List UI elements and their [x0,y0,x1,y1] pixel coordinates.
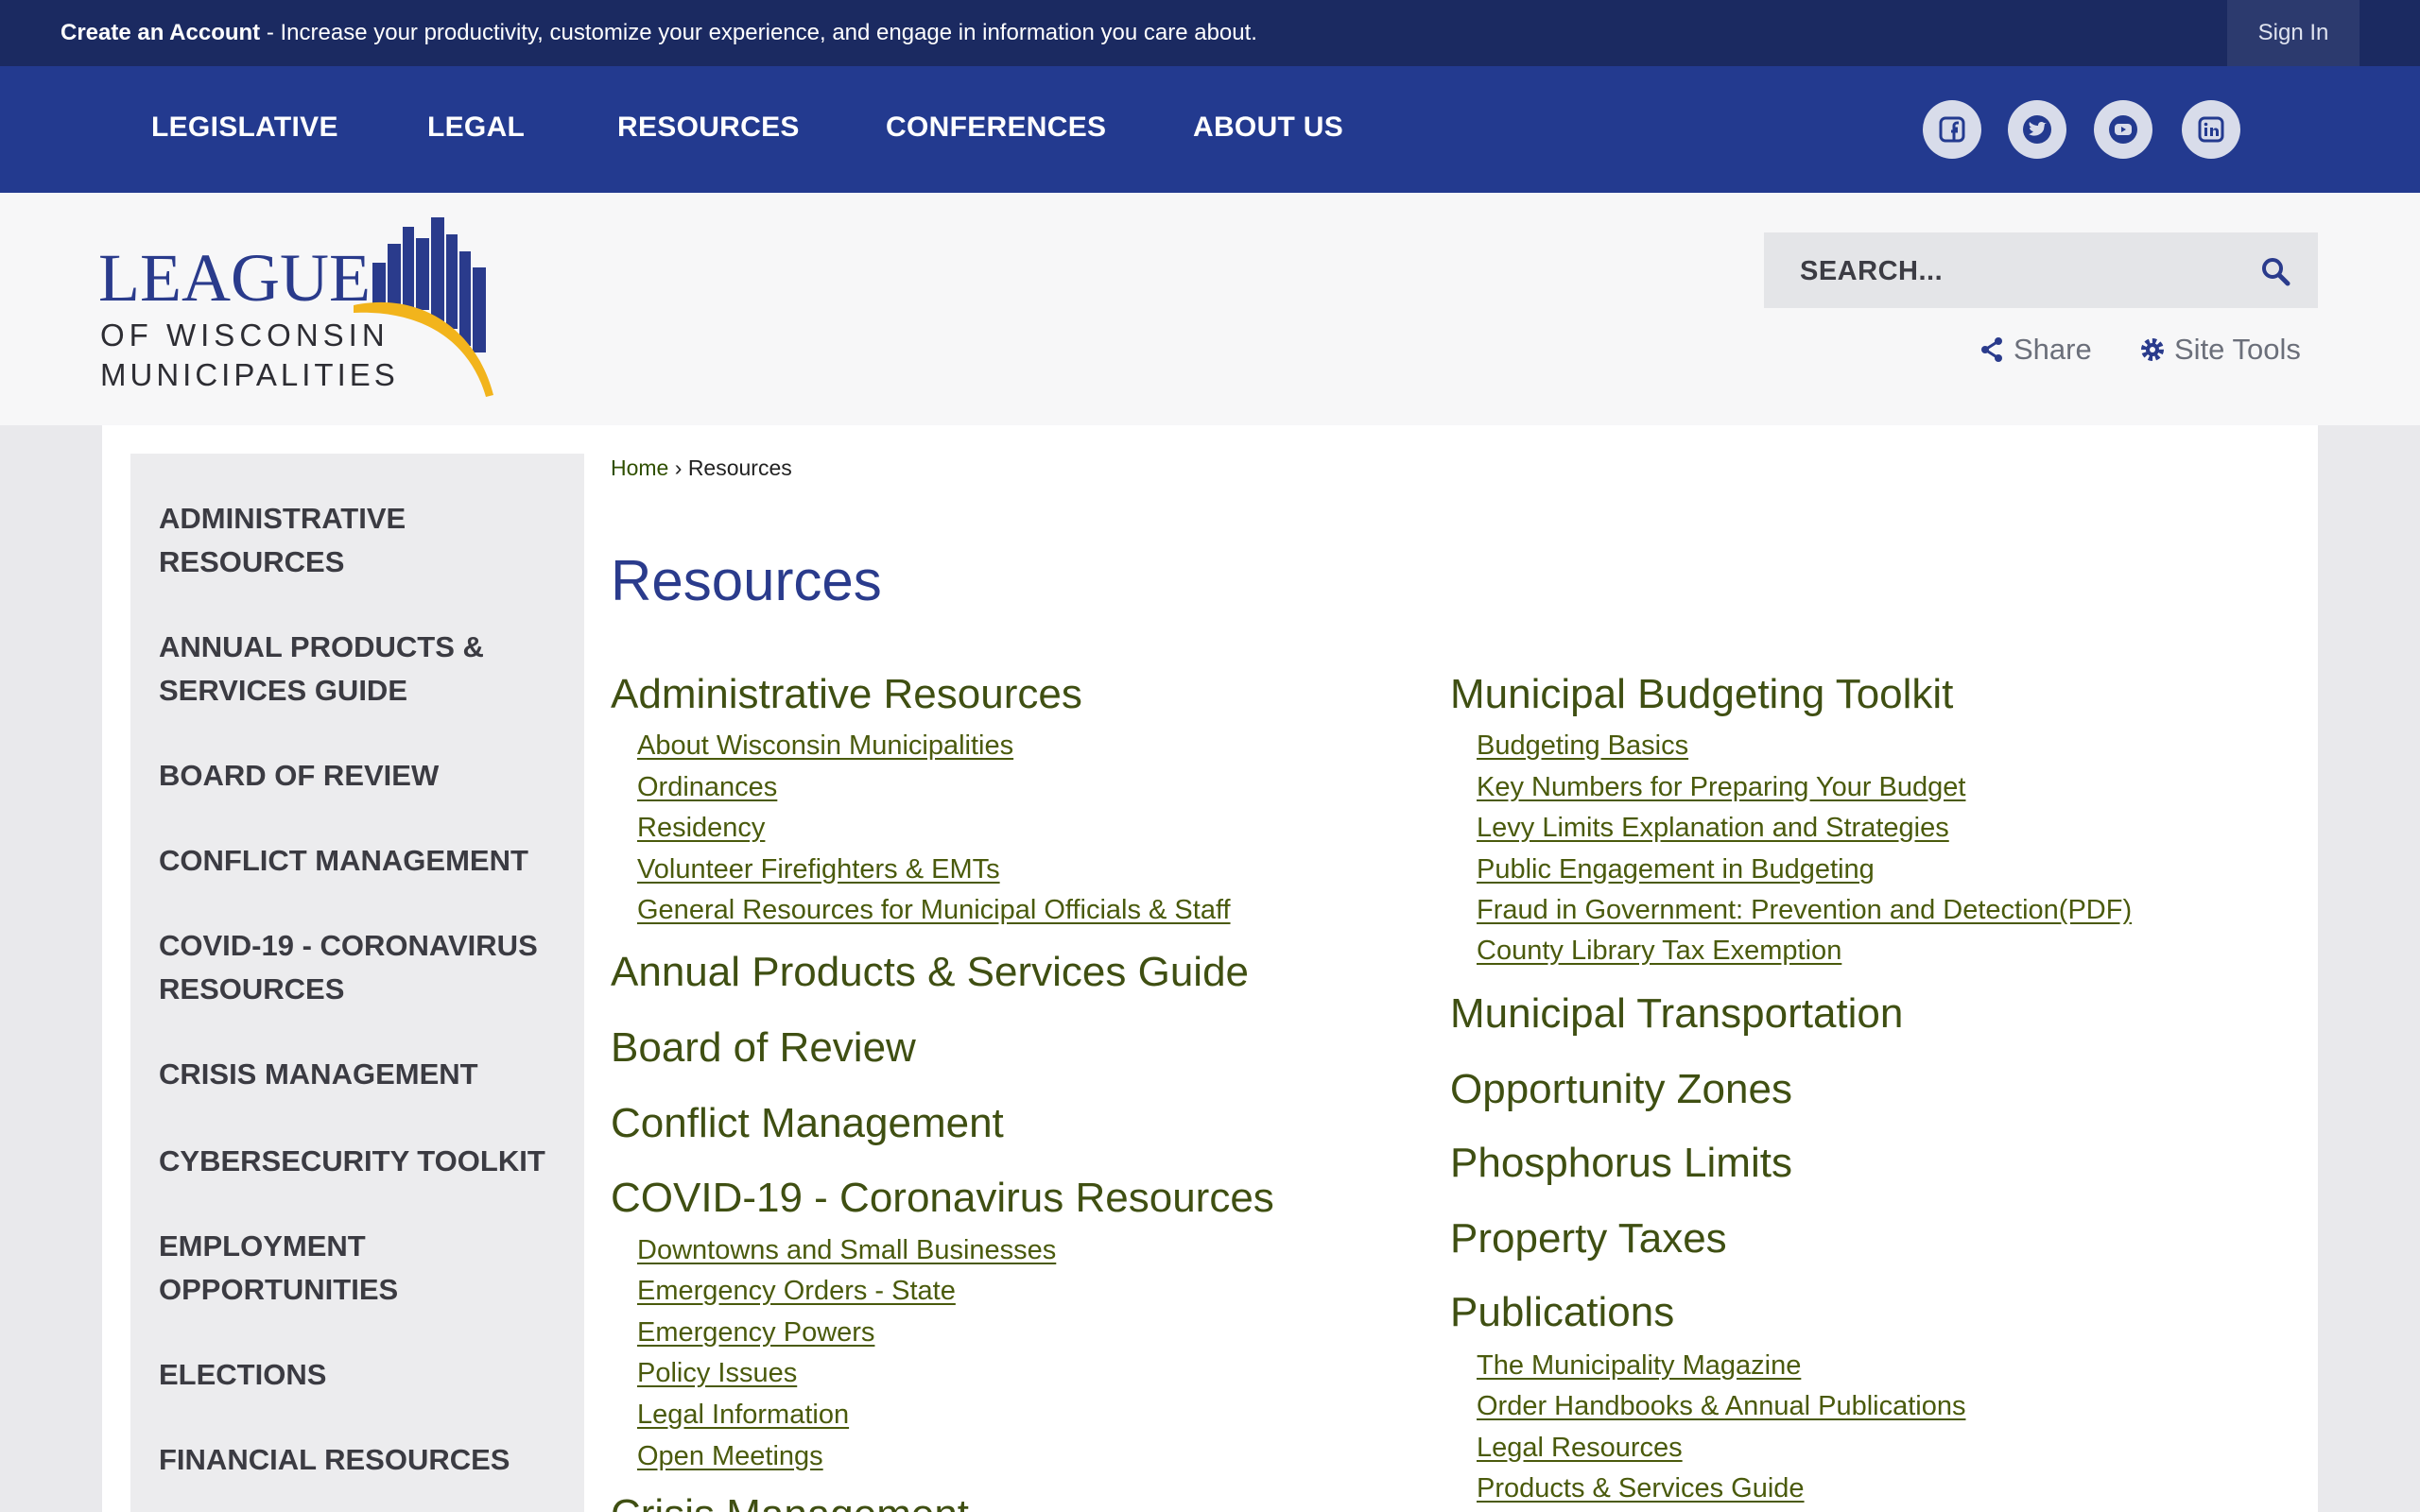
linkedin-icon[interactable] [2182,100,2240,159]
link-downtowns-small-businesses[interactable]: Downtowns and Small Businesses [637,1235,1056,1266]
heading-phosphorus-limits[interactable]: Phosphorus Limits [1450,1140,1792,1187]
heading-opportunity-zones[interactable]: Opportunity Zones [1450,1066,1792,1113]
breadcrumb-home-link[interactable]: Home [611,455,668,480]
logo-line1: LEAGUE [98,240,371,316]
link-about-wisconsin-municipalities[interactable]: About Wisconsin Municipalities [637,730,1013,762]
breadcrumb: Home › Resources [611,455,792,481]
link-products-services-guide[interactable]: Products & Services Guide [1477,1473,1805,1504]
heading-conflict-management[interactable]: Conflict Management [611,1100,1004,1147]
account-message: Create an Account - Increase your produc… [60,20,1257,46]
link-residency[interactable]: Residency [637,813,765,844]
sidebar-item-annual-products[interactable]: ANNUAL PRODUCTS & SERVICES GUIDE [159,626,556,713]
sidebar-item-covid-19[interactable]: COVID-19 - CORONAVIRUS RESOURCES [159,924,556,1011]
link-emergency-powers[interactable]: Emergency Powers [637,1317,874,1349]
sidebar-item-financial-resources[interactable]: FINANCIAL RESOURCES [159,1438,556,1482]
page-title: Resources [611,549,882,612]
sign-in-button[interactable]: Sign In [2227,0,2360,66]
account-bar: Create an Account - Increase your produc… [0,0,2420,66]
logo-line2: OF WISCONSIN [100,318,389,352]
twitter-icon[interactable] [2008,100,2066,159]
heading-administrative-resources[interactable]: Administrative Resources [611,671,1082,718]
link-emergency-orders-state[interactable]: Emergency Orders - State [637,1276,956,1307]
heading-publications[interactable]: Publications [1450,1289,1674,1336]
heading-board-of-review[interactable]: Board of Review [611,1024,916,1072]
breadcrumb-current: Resources [687,455,792,480]
heading-annual-products[interactable]: Annual Products & Services Guide [611,949,1249,996]
share-label: Share [2014,333,2092,366]
sidebar-item-conflict-management[interactable]: CONFLICT MANAGEMENT [159,839,556,883]
nav-resources[interactable]: RESOURCES [617,112,800,144]
nav-conferences[interactable]: CONFERENCES [886,112,1106,144]
youtube-icon[interactable] [2094,100,2152,159]
nav-legislative[interactable]: LEGISLATIVE [151,112,338,144]
heading-municipal-transportation[interactable]: Municipal Transportation [1450,990,1903,1038]
link-order-handbooks[interactable]: Order Handbooks & Annual Publications [1477,1391,1965,1422]
heading-crisis-management[interactable]: Crisis Management [611,1491,969,1512]
link-ordinances[interactable]: Ordinances [637,772,777,803]
gear-icon [2141,338,2164,361]
nav-about-us[interactable]: ABOUT US [1193,112,1343,144]
link-general-resources[interactable]: General Resources for Municipal Official… [637,895,1231,926]
sidebar-nav: ADMINISTRATIVE RESOURCES ANNUAL PRODUCTS… [130,454,584,1512]
sidebar-item-elections[interactable]: ELECTIONS [159,1353,556,1397]
facebook-icon[interactable] [1923,100,1981,159]
link-fraud-in-government[interactable]: Fraud in Government: Prevention and Dete… [1477,895,2132,926]
sidebar-item-board-of-review[interactable]: BOARD OF REVIEW [159,754,556,798]
link-open-meetings[interactable]: Open Meetings [637,1441,823,1472]
link-legal-resources[interactable]: Legal Resources [1477,1433,1683,1464]
sidebar-item-administrative-resources[interactable]: ADMINISTRATIVE RESOURCES [159,497,556,584]
search-input[interactable]: SEARCH... [1800,256,1943,287]
heading-municipal-budgeting-toolkit[interactable]: Municipal Budgeting Toolkit [1450,671,1953,718]
link-key-numbers[interactable]: Key Numbers for Preparing Your Budget [1477,772,1965,803]
heading-property-taxes[interactable]: Property Taxes [1450,1215,1727,1263]
search-icon[interactable] [2259,255,2291,287]
share-icon [1981,337,2002,362]
account-promo-text: - Increase your productivity, customize … [260,20,1257,45]
league-logo[interactable]: LEAGUE OF WISCONSIN MUNICIPALITIES [98,215,505,404]
link-county-library-tax[interactable]: County Library Tax Exemption [1477,936,1841,967]
breadcrumb-separator: › [668,455,688,480]
link-policy-issues[interactable]: Policy Issues [637,1358,797,1389]
logo-line3: MUNICIPALITIES [100,357,399,392]
sidebar-item-employment-opportunities[interactable]: EMPLOYMENT OPPORTUNITIES [159,1225,556,1312]
site-header: LEAGUE OF WISCONSIN MUNICIPALITIES SEARC… [0,193,2420,425]
search-box[interactable]: SEARCH... [1764,232,2318,308]
main-nav: LEGISLATIVE LEGAL RESOURCES CONFERENCES … [0,66,2420,193]
sidebar-item-cybersecurity-toolkit[interactable]: CYBERSECURITY TOOLKIT [159,1140,556,1183]
nav-legal[interactable]: LEGAL [427,112,525,144]
link-levy-limits[interactable]: Levy Limits Explanation and Strategies [1477,813,1949,844]
site-tools-label: Site Tools [2174,333,2301,366]
link-municipality-magazine[interactable]: The Municipality Magazine [1477,1350,1801,1382]
create-account-link[interactable]: Create an Account [60,20,260,45]
heading-covid-19[interactable]: COVID-19 - Coronavirus Resources [611,1175,1274,1222]
link-volunteer-firefighters[interactable]: Volunteer Firefighters & EMTs [637,854,1000,885]
share-button[interactable]: Share [1978,333,2092,367]
link-budgeting-basics[interactable]: Budgeting Basics [1477,730,1688,762]
sidebar-item-crisis-management[interactable]: CRISIS MANAGEMENT [159,1053,556,1096]
site-tools-button[interactable]: Site Tools [2138,333,2301,367]
link-public-engagement[interactable]: Public Engagement in Budgeting [1477,854,1875,885]
content-container: ADMINISTRATIVE RESOURCES ANNUAL PRODUCTS… [102,425,2318,1512]
link-legal-information[interactable]: Legal Information [637,1400,849,1431]
